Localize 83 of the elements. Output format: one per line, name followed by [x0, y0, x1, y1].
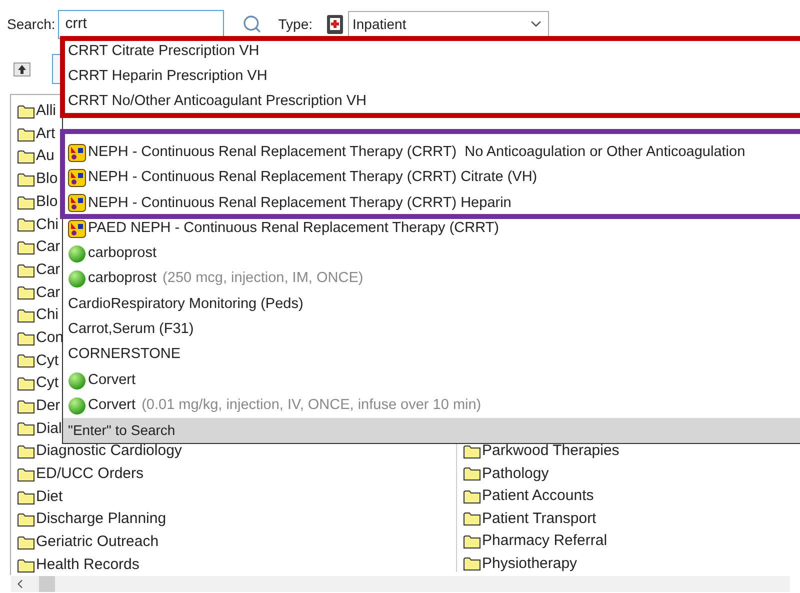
- folder-icon: [17, 466, 35, 482]
- folder-label[interactable]: Physiotherapy: [482, 552, 578, 575]
- up-folder-icon[interactable]: [13, 60, 31, 78]
- folder-label[interactable]: Blo: [36, 168, 58, 191]
- sphere-icon: [68, 396, 86, 415]
- sphere-icon: [68, 270, 86, 288]
- folder-label[interactable]: Cyt: [36, 350, 58, 372]
- folder-label[interactable]: Discharge Planning: [36, 508, 166, 531]
- folder-label[interactable]: Chi: [36, 304, 59, 327]
- folder-icon: [17, 376, 35, 392]
- suggestion-item[interactable]: CRRT Citrate Prescription VH: [63, 39, 800, 64]
- folder-icon: [17, 444, 35, 460]
- folder-icon: [463, 466, 481, 482]
- folder-icon: [17, 490, 35, 505]
- type-label: Type:: [278, 14, 312, 34]
- folder-label[interactable]: Patient Transport: [482, 508, 596, 530]
- folder-label[interactable]: Der: [36, 395, 60, 418]
- scrollbar-thumb[interactable]: [39, 576, 55, 592]
- folder-label[interactable]: Blo: [36, 190, 58, 214]
- folder-icon: [17, 353, 35, 368]
- suggestion-item[interactable]: PAED NEPH - Continuous Renal Replacement Therapy (CRRT): [63, 216, 800, 242]
- plan-icon: [68, 194, 86, 212]
- folder-icon: [17, 421, 35, 436]
- suggestion-item[interactable]: NEPH - Continuous Renal Replacement Therapy (CRRT) Citrate (VH): [63, 165, 800, 191]
- suggestion-item[interactable]: CRRT Heparin Prescription VH: [63, 64, 800, 90]
- folder-label[interactable]: Car: [36, 258, 60, 282]
- folder-icon: [17, 240, 35, 255]
- folder-icon: [17, 194, 35, 210]
- folder-icon: [17, 172, 35, 187]
- folder-label[interactable]: Cyt: [36, 372, 58, 395]
- folder-label[interactable]: Chi: [36, 214, 59, 236]
- search-label: Search:: [7, 14, 56, 34]
- folder-icon: [463, 488, 481, 504]
- sphere-icon: [68, 245, 86, 264]
- type-dropdown[interactable]: Inpatient: [348, 11, 548, 37]
- folder-label[interactable]: Art: [36, 122, 56, 146]
- suggestion-item[interactable]: NEPH - Continuous Renal Replacement Therapy (CRRT) No Anticoagulation or Other Anticoagulation: [63, 140, 800, 166]
- folder-label[interactable]: Au: [36, 145, 54, 168]
- folder-icon: [17, 534, 35, 550]
- suggestion-item[interactable]: carboprost (250 mcg, injection, IM, ONCE): [63, 266, 800, 292]
- folder-label[interactable]: Health Records: [36, 554, 140, 576]
- suggestion-item[interactable]: Corvert: [63, 368, 800, 394]
- suggestion-item[interactable]: Corvert (0.01 mg/kg, injection, IV, ONCE, infuse over 10 min): [63, 393, 800, 418]
- folder-icon: [17, 398, 35, 414]
- suggestion-item[interactable]: NEPH - Continuous Renal Replacement Therapy (CRRT) Heparin: [63, 190, 800, 216]
- suggestion-item[interactable]: CardioRespiratory Monitoring (Peds): [63, 292, 800, 318]
- folder-label[interactable]: Geriatric Outreach: [36, 531, 159, 554]
- folder-label[interactable]: Pathology: [482, 462, 549, 485]
- folder-icon: [17, 262, 35, 278]
- folder-label[interactable]: Con: [36, 326, 64, 350]
- folder-icon: [17, 285, 35, 300]
- folder-icon: [463, 556, 481, 572]
- folder-label[interactable]: Dial: [36, 418, 62, 440]
- suggestion-item[interactable]: CORNERSTONE: [63, 342, 800, 368]
- sphere-icon: [68, 372, 86, 390]
- folder-label[interactable]: Car: [36, 282, 60, 304]
- folder-icon: [463, 511, 481, 526]
- folder-icon: [17, 217, 35, 232]
- folder-icon: [17, 126, 35, 142]
- folder-label[interactable]: Alli: [36, 100, 56, 123]
- folder-label[interactable]: Pharmacy Referral: [482, 530, 608, 552]
- suggestion-item[interactable]: CRRT No/Other Anticoagulant Prescription VH: [63, 90, 800, 115]
- suggestion-item[interactable]: carboprost: [63, 241, 800, 267]
- horizontal-scrollbar[interactable]: [11, 576, 790, 592]
- suggestion-item[interactable]: Carrot,Serum (F31): [63, 317, 800, 343]
- folder-label[interactable]: Patient Accounts: [482, 485, 594, 508]
- folder-icon: [463, 534, 481, 549]
- folder-label[interactable]: ED/UCC Orders: [36, 463, 144, 486]
- folder-icon: [17, 308, 35, 324]
- folder-icon: [17, 104, 35, 119]
- plan-icon: [68, 169, 86, 188]
- folder-icon: [17, 512, 35, 528]
- folder-label[interactable]: Car: [36, 236, 60, 259]
- plan-icon: [68, 220, 86, 238]
- enter-to-search-hint: "Enter" to Search: [63, 418, 800, 444]
- search-field[interactable]: crrt: [58, 10, 224, 38]
- folder-icon: [17, 149, 35, 164]
- search-icon[interactable]: [242, 14, 262, 34]
- folder-icon: [17, 558, 35, 573]
- folder-label[interactable]: Diet: [36, 486, 63, 508]
- folder-icon: [17, 330, 35, 346]
- plan-icon: [68, 144, 86, 162]
- medical-chart-icon: [324, 13, 344, 35]
